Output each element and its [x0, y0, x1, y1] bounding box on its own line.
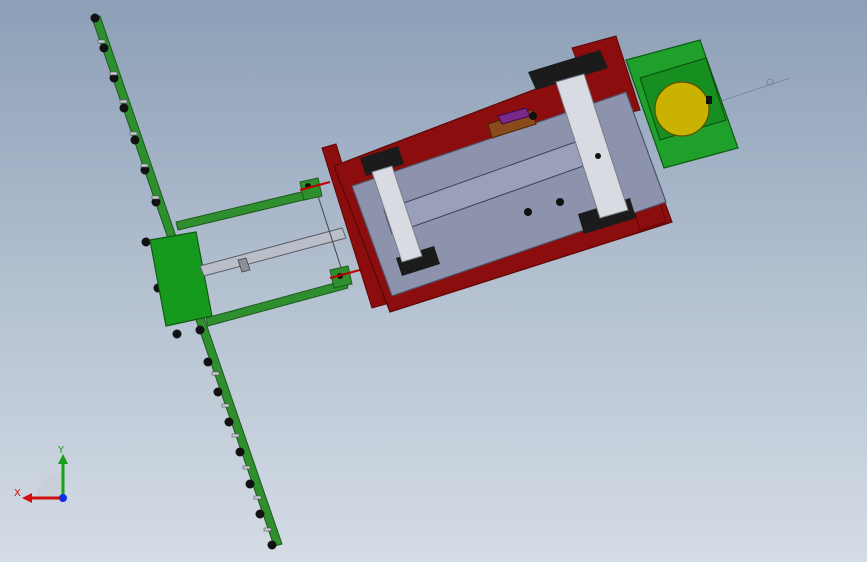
hydraulic-cylinder[interactable] [199, 195, 347, 281]
cad-viewport[interactable]: Y X [0, 0, 867, 562]
triad-x-label: X [14, 488, 21, 499]
boom-mount-block[interactable] [149, 231, 213, 327]
triad-y-label: Y [57, 445, 65, 456]
axis-triad: Y X [14, 445, 68, 503]
cad-model-scene[interactable]: Y X [0, 0, 867, 562]
sketch-point [766, 78, 774, 86]
z-axis-dot [59, 494, 67, 502]
motor-disc-icon [654, 81, 710, 137]
